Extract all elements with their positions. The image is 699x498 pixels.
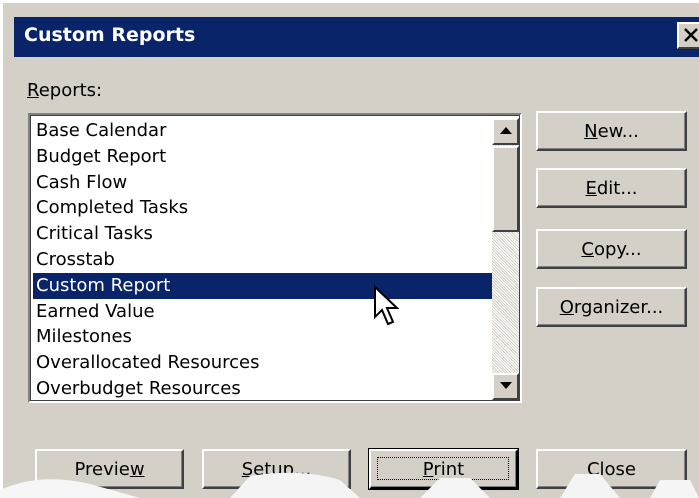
organizer-button[interactable]: Organizer...: [536, 287, 687, 327]
list-item[interactable]: Crosstab: [33, 247, 492, 273]
setup-button[interactable]: Setup...: [202, 449, 351, 489]
reports-listbox[interactable]: Base Calendar Budget Report Cash Flow Compl…: [28, 113, 522, 403]
copy-button[interactable]: Copy...: [536, 229, 687, 269]
list-item[interactable]: Custom Report: [33, 272, 492, 299]
triangle-up-icon: [500, 127, 512, 134]
edit-button[interactable]: Edit...: [536, 168, 687, 208]
list-item[interactable]: Earned Value: [33, 299, 492, 325]
list-item[interactable]: Cash Flow: [33, 170, 492, 196]
list-item[interactable]: Overallocated Resources: [33, 350, 492, 376]
scroll-down-button[interactable]: [492, 373, 519, 400]
title-bar: Custom Reports: [14, 17, 699, 57]
scroll-up-button[interactable]: [492, 118, 519, 145]
print-button[interactable]: Print: [368, 448, 519, 490]
triangle-down-icon: [500, 382, 512, 389]
list-item[interactable]: Completed Tasks: [33, 195, 492, 221]
list-item[interactable]: Milestones: [33, 324, 492, 350]
list-item[interactable]: Budget Report: [33, 144, 492, 170]
close-x-icon: [684, 28, 698, 42]
list-item[interactable]: Overbudget Resources: [33, 376, 492, 402]
arrow-pointer-icon: [374, 285, 400, 326]
preview-button[interactable]: Preview: [35, 449, 184, 489]
custom-reports-dialog: Custom Reports Reports: Base Calendar Bud…: [0, 0, 699, 498]
reports-scrollbar[interactable]: [492, 118, 519, 400]
list-item[interactable]: Base Calendar: [33, 118, 492, 144]
title-close-button[interactable]: [677, 22, 699, 49]
close-button[interactable]: Close: [536, 449, 687, 489]
new-button[interactable]: New...: [536, 111, 687, 151]
list-item[interactable]: Critical Tasks: [33, 221, 492, 247]
window-title: Custom Reports: [24, 24, 196, 46]
reports-list: Base Calendar Budget Report Cash Flow Compl…: [33, 118, 492, 402]
scroll-thumb[interactable]: [492, 146, 519, 232]
reports-label: Reports:: [27, 80, 103, 101]
